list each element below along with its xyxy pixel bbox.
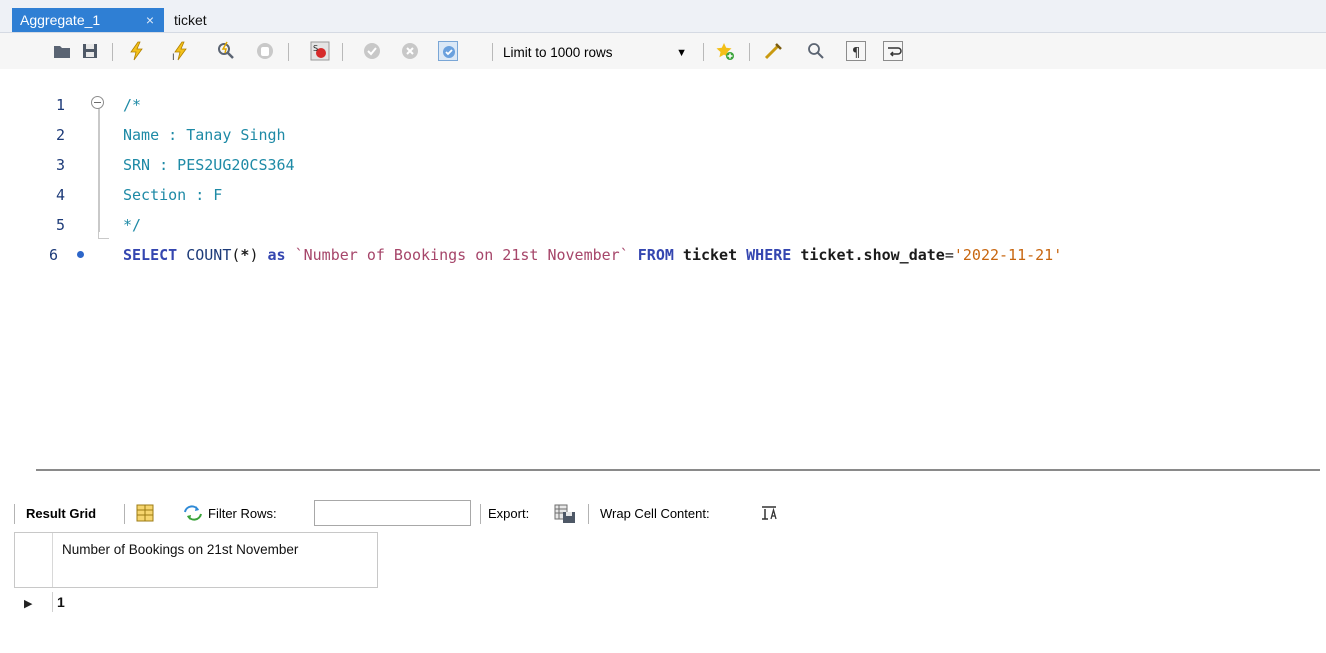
dropdown-arrow-icon: ▼ [676, 47, 687, 59]
sql-keyword: SELECT [123, 246, 178, 264]
grid-corner [15, 533, 53, 587]
autocommit-icon[interactable] [438, 41, 458, 61]
line-number: 6 [48, 246, 58, 264]
panel-splitter[interactable] [36, 469, 1320, 471]
comment-text: SRN : PES2UG20CS364 [123, 156, 295, 174]
sql-editor-toolbar: I S Limit to 1000 rows ▼ ¶ [0, 33, 1326, 69]
save-icon[interactable] [80, 41, 100, 61]
commit-icon[interactable] [362, 41, 382, 61]
stop-icon[interactable] [255, 41, 275, 61]
line-number: 5 [55, 216, 65, 234]
statement-marker-icon [77, 251, 84, 258]
tab-label: ticket [174, 12, 207, 28]
toggle-error-icon[interactable]: S [310, 41, 330, 61]
line-number: 4 [55, 186, 65, 204]
comment-text: Section : F [123, 186, 223, 204]
code-line: 4 Section : F [0, 180, 1326, 210]
toolbar-separator [342, 43, 343, 61]
comment-text: /* [123, 96, 142, 114]
sql-operator: = [944, 246, 954, 264]
sql-literal: '2022-11-21' [953, 246, 1063, 264]
open-folder-icon[interactable] [52, 41, 72, 61]
code-line: 5 */ [0, 210, 1326, 240]
execute-current-icon[interactable]: I [171, 41, 191, 61]
filter-rows-input[interactable] [314, 500, 471, 526]
toolbar-separator [288, 43, 289, 61]
toolbar-separator [703, 43, 704, 61]
fold-toggle-icon[interactable] [91, 96, 104, 109]
toolbar-separator [492, 43, 493, 61]
add-snippet-icon[interactable] [715, 41, 735, 61]
close-tab-icon[interactable]: × [146, 8, 154, 32]
sql-punct: ) [249, 246, 259, 264]
current-row-arrow-icon: ▶ [24, 598, 33, 610]
sql-keyword: as [267, 246, 286, 264]
sql-function: COUNT [186, 246, 232, 264]
explain-icon[interactable] [216, 41, 236, 61]
export-label: Export: [488, 506, 530, 521]
sql-table: ticket [682, 246, 738, 264]
sql-keyword: FROM [637, 246, 674, 264]
toolbar-separator [749, 43, 750, 61]
table-cell[interactable]: 1 [57, 594, 65, 610]
refresh-icon[interactable] [182, 504, 204, 524]
code-line: 1 /* [0, 90, 1326, 120]
svg-text:S: S [313, 44, 318, 53]
export-icon[interactable] [554, 504, 576, 524]
row-divider [52, 592, 53, 612]
column-header[interactable]: Number of Bookings on 21st November [62, 541, 362, 559]
limit-rows-label: Limit to 1000 rows [503, 45, 613, 60]
toolbar-separator [14, 504, 15, 524]
sql-editor[interactable]: 1 /* 2 Name : Tanay Singh 3 SRN : PES2UG… [0, 90, 1326, 460]
find-icon[interactable] [806, 41, 826, 61]
toolbar-separator [480, 504, 481, 524]
code-line: 2 Name : Tanay Singh [0, 120, 1326, 150]
form-editor-icon[interactable] [136, 504, 154, 524]
line-number: 3 [55, 156, 65, 174]
beautify-icon[interactable] [764, 41, 784, 61]
execute-icon[interactable] [127, 41, 147, 61]
line-number: 1 [55, 96, 65, 114]
comment-text: */ [123, 216, 142, 234]
code-line: 6 SELECT COUNT(*) as `Number of Bookings… [0, 240, 1326, 270]
tab-aggregate-1[interactable]: Aggregate_1 × [12, 8, 164, 32]
result-grid-tab[interactable]: Result Grid [26, 504, 96, 524]
wrap-icon[interactable] [883, 41, 903, 61]
sql-statement: SELECT COUNT(*) as `Number of Bookings o… [123, 240, 1062, 270]
toolbar-separator [124, 504, 125, 524]
invisible-chars-icon[interactable]: ¶ [846, 41, 866, 61]
toolbar-separator [112, 43, 113, 61]
filter-rows-label: Filter Rows: [208, 506, 277, 521]
toolbar-separator [588, 504, 589, 524]
query-tab-bar: Aggregate_1 × ticket [0, 0, 1326, 33]
wrap-cell-content-label: Wrap Cell Content: [600, 506, 710, 521]
tab-label: Aggregate_1 [20, 12, 101, 28]
result-grid[interactable]: Number of Bookings on 21st November [14, 532, 378, 588]
limit-rows-select[interactable]: Limit to 1000 rows ▼ [503, 42, 693, 64]
svg-text:I: I [172, 53, 175, 61]
sql-alias: `Number of Bookings on 21st November` [294, 246, 629, 264]
comment-text: Name : Tanay Singh [123, 126, 286, 144]
result-toolbar: Result Grid Filter Rows: Export: Wrap Ce… [14, 500, 1320, 528]
code-line: 3 SRN : PES2UG20CS364 [0, 150, 1326, 180]
rollback-icon[interactable] [400, 41, 420, 61]
line-number: 2 [55, 126, 65, 144]
sql-keyword: WHERE [746, 246, 792, 264]
sql-column: ticket.show_date [800, 246, 945, 264]
tab-ticket[interactable]: ticket [166, 8, 215, 32]
wrap-cell-toggle-icon[interactable] [760, 504, 778, 524]
svg-text:¶: ¶ [852, 46, 860, 61]
